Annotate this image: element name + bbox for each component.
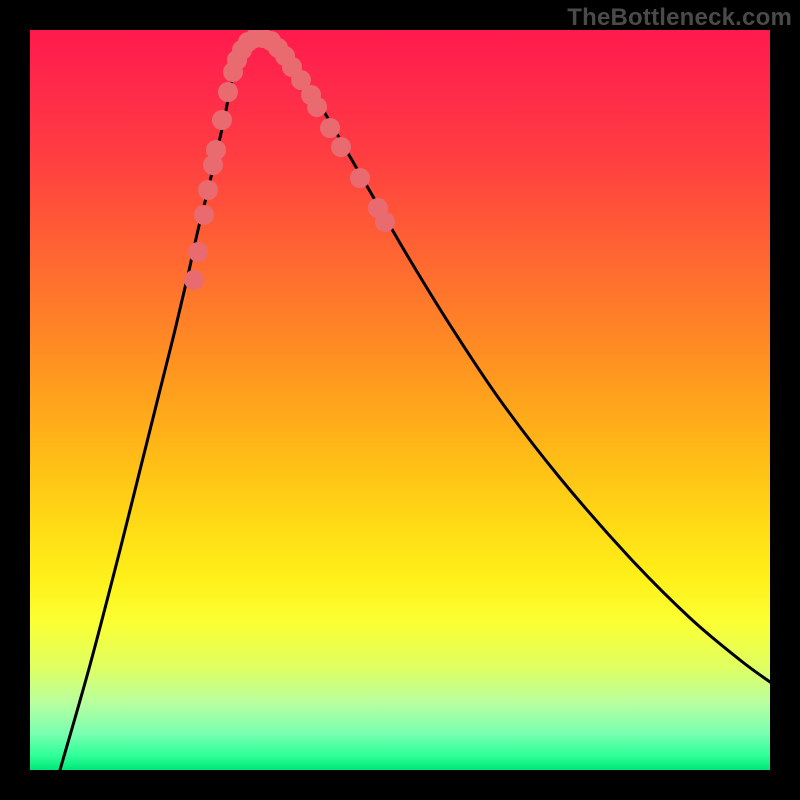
plot-area — [30, 30, 770, 770]
chart-frame: TheBottleneck.com — [0, 0, 800, 800]
data-point — [206, 140, 226, 160]
data-point — [375, 212, 395, 232]
data-point — [194, 205, 214, 225]
data-point — [307, 97, 327, 117]
data-point — [350, 168, 370, 188]
bottleneck-curve — [60, 38, 770, 770]
data-point — [331, 137, 351, 157]
data-point — [184, 270, 204, 290]
watermark-text: TheBottleneck.com — [567, 4, 792, 32]
data-point — [212, 110, 232, 130]
curve-layer — [60, 38, 770, 770]
data-point — [198, 180, 218, 200]
data-point — [188, 242, 208, 262]
data-point — [218, 82, 238, 102]
data-point — [320, 118, 340, 138]
chart-svg — [30, 30, 770, 770]
dots-layer — [184, 30, 395, 290]
